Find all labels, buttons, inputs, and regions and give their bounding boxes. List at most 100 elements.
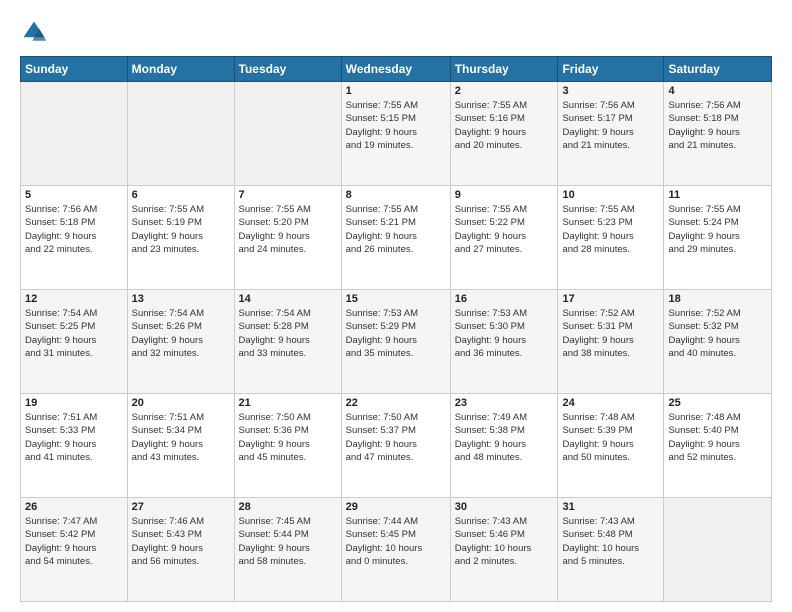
page: SundayMondayTuesdayWednesdayThursdayFrid…	[0, 0, 792, 612]
day-number: 5	[25, 189, 123, 201]
col-header-friday: Friday	[558, 57, 664, 82]
day-number: 25	[668, 397, 767, 409]
day-number: 22	[346, 397, 446, 409]
day-cell: 10 Sunrise: 7:55 AM Sunset: 5:23 PM Dayli…	[558, 186, 664, 290]
day-info: Sunrise: 7:51 AM Sunset: 5:33 PM Dayligh…	[25, 411, 123, 464]
day-number: 18	[668, 293, 767, 305]
day-info: Sunrise: 7:54 AM Sunset: 5:26 PM Dayligh…	[132, 307, 230, 360]
day-cell: 3Sunrise: 7:56 AM Sunset: 5:17 PM Daylig…	[558, 82, 664, 186]
day-info: Sunrise: 7:55 AM Sunset: 5:16 PM Dayligh…	[455, 99, 554, 152]
logo	[20, 18, 52, 46]
day-number: 14	[239, 293, 337, 305]
day-cell: 1 Sunrise: 7:55 AM Sunset: 5:15 PM Daylig…	[341, 82, 450, 186]
calendar: SundayMondayTuesdayWednesdayThursdayFrid…	[20, 56, 772, 602]
day-info: Sunrise: 7:53 AM Sunset: 5:30 PM Dayligh…	[455, 307, 554, 360]
day-info: Sunrise: 7:44 AM Sunset: 5:45 PM Dayligh…	[346, 515, 446, 568]
day-info: Sunrise: 7:53 AM Sunset: 5:29 PM Dayligh…	[346, 307, 446, 360]
week-row-2: 12 Sunrise: 7:54 AM Sunset: 5:25 PM Dayli…	[21, 290, 772, 394]
day-cell: 2 Sunrise: 7:55 AM Sunset: 5:16 PM Daylig…	[450, 82, 558, 186]
day-number: 24	[562, 397, 659, 409]
day-cell: 6 Sunrise: 7:55 AM Sunset: 5:19 PM Daylig…	[127, 186, 234, 290]
day-number: 19	[25, 397, 123, 409]
day-info: Sunrise: 7:55 AM Sunset: 5:22 PM Dayligh…	[455, 203, 554, 256]
day-info: Sunrise: 7:55 AM Sunset: 5:21 PM Dayligh…	[346, 203, 446, 256]
day-info: Sunrise: 7:56 AM Sunset: 5:18 PM Dayligh…	[25, 203, 123, 256]
day-cell: 12 Sunrise: 7:54 AM Sunset: 5:25 PM Dayli…	[21, 290, 128, 394]
day-cell: 24 Sunrise: 7:48 AM Sunset: 5:39 PM Dayli…	[558, 394, 664, 498]
day-number: 21	[239, 397, 337, 409]
day-number: 17	[562, 293, 659, 305]
day-info: Sunrise: 7:50 AM Sunset: 5:36 PM Dayligh…	[239, 411, 337, 464]
day-number: 31	[562, 501, 659, 513]
day-info: Sunrise: 7:48 AM Sunset: 5:40 PM Dayligh…	[668, 411, 767, 464]
day-info: Sunrise: 7:50 AM Sunset: 5:37 PM Dayligh…	[346, 411, 446, 464]
day-cell: 11 Sunrise: 7:55 AM Sunset: 5:24 PM Dayli…	[664, 186, 772, 290]
day-cell: 22 Sunrise: 7:50 AM Sunset: 5:37 PM Dayli…	[341, 394, 450, 498]
day-cell: 13 Sunrise: 7:54 AM Sunset: 5:26 PM Dayli…	[127, 290, 234, 394]
day-cell: 15Sunrise: 7:53 AM Sunset: 5:29 PM Dayli…	[341, 290, 450, 394]
day-number: 12	[25, 293, 123, 305]
day-cell: 4 Sunrise: 7:56 AM Sunset: 5:18 PM Daylig…	[664, 82, 772, 186]
day-number: 26	[25, 501, 123, 513]
day-number: 20	[132, 397, 230, 409]
col-header-saturday: Saturday	[664, 57, 772, 82]
day-info: Sunrise: 7:43 AM Sunset: 5:48 PM Dayligh…	[562, 515, 659, 568]
day-cell: 28 Sunrise: 7:45 AM Sunset: 5:44 PM Dayli…	[234, 498, 341, 602]
day-info: Sunrise: 7:45 AM Sunset: 5:44 PM Dayligh…	[239, 515, 337, 568]
day-number: 9	[455, 189, 554, 201]
day-cell: 19 Sunrise: 7:51 AM Sunset: 5:33 PM Dayli…	[21, 394, 128, 498]
day-number: 4	[668, 85, 767, 97]
day-number: 10	[562, 189, 659, 201]
logo-icon	[20, 18, 48, 46]
day-cell: 18 Sunrise: 7:52 AM Sunset: 5:32 PM Dayli…	[664, 290, 772, 394]
day-cell: 27Sunrise: 7:46 AM Sunset: 5:43 PM Dayli…	[127, 498, 234, 602]
day-cell	[234, 82, 341, 186]
day-cell: 7 Sunrise: 7:55 AM Sunset: 5:20 PM Daylig…	[234, 186, 341, 290]
day-info: Sunrise: 7:54 AM Sunset: 5:25 PM Dayligh…	[25, 307, 123, 360]
day-info: Sunrise: 7:52 AM Sunset: 5:32 PM Dayligh…	[668, 307, 767, 360]
day-number: 30	[455, 501, 554, 513]
day-cell: 29Sunrise: 7:44 AM Sunset: 5:45 PM Dayli…	[341, 498, 450, 602]
day-cell: 14 Sunrise: 7:54 AM Sunset: 5:28 PM Dayli…	[234, 290, 341, 394]
day-info: Sunrise: 7:55 AM Sunset: 5:24 PM Dayligh…	[668, 203, 767, 256]
day-info: Sunrise: 7:47 AM Sunset: 5:42 PM Dayligh…	[25, 515, 123, 568]
day-number: 6	[132, 189, 230, 201]
day-number: 28	[239, 501, 337, 513]
day-cell: 31 Sunrise: 7:43 AM Sunset: 5:48 PM Dayli…	[558, 498, 664, 602]
day-info: Sunrise: 7:55 AM Sunset: 5:20 PM Dayligh…	[239, 203, 337, 256]
day-cell: 20 Sunrise: 7:51 AM Sunset: 5:34 PM Dayli…	[127, 394, 234, 498]
day-info: Sunrise: 7:51 AM Sunset: 5:34 PM Dayligh…	[132, 411, 230, 464]
day-number: 16	[455, 293, 554, 305]
day-number: 23	[455, 397, 554, 409]
day-info: Sunrise: 7:55 AM Sunset: 5:19 PM Dayligh…	[132, 203, 230, 256]
day-cell: 8 Sunrise: 7:55 AM Sunset: 5:21 PM Daylig…	[341, 186, 450, 290]
header	[20, 18, 772, 46]
day-cell: 21 Sunrise: 7:50 AM Sunset: 5:36 PM Dayli…	[234, 394, 341, 498]
day-info: Sunrise: 7:49 AM Sunset: 5:38 PM Dayligh…	[455, 411, 554, 464]
day-number: 8	[346, 189, 446, 201]
day-cell: 30 Sunrise: 7:43 AM Sunset: 5:46 PM Dayli…	[450, 498, 558, 602]
day-number: 13	[132, 293, 230, 305]
day-info: Sunrise: 7:48 AM Sunset: 5:39 PM Dayligh…	[562, 411, 659, 464]
day-cell: 5 Sunrise: 7:56 AM Sunset: 5:18 PM Daylig…	[21, 186, 128, 290]
day-info: Sunrise: 7:55 AM Sunset: 5:23 PM Dayligh…	[562, 203, 659, 256]
col-header-thursday: Thursday	[450, 57, 558, 82]
week-row-4: 26 Sunrise: 7:47 AM Sunset: 5:42 PM Dayli…	[21, 498, 772, 602]
day-number: 11	[668, 189, 767, 201]
day-cell	[21, 82, 128, 186]
day-number: 7	[239, 189, 337, 201]
day-number: 1	[346, 85, 446, 97]
day-cell	[127, 82, 234, 186]
week-row-0: 1 Sunrise: 7:55 AM Sunset: 5:15 PM Daylig…	[21, 82, 772, 186]
day-info: Sunrise: 7:56 AM Sunset: 5:18 PM Dayligh…	[668, 99, 767, 152]
day-info: Sunrise: 7:55 AM Sunset: 5:15 PM Dayligh…	[346, 99, 446, 152]
day-cell: 17 Sunrise: 7:52 AM Sunset: 5:31 PM Dayli…	[558, 290, 664, 394]
day-cell: 16 Sunrise: 7:53 AM Sunset: 5:30 PM Dayli…	[450, 290, 558, 394]
day-info: Sunrise: 7:52 AM Sunset: 5:31 PM Dayligh…	[562, 307, 659, 360]
week-row-3: 19 Sunrise: 7:51 AM Sunset: 5:33 PM Dayli…	[21, 394, 772, 498]
day-info: Sunrise: 7:43 AM Sunset: 5:46 PM Dayligh…	[455, 515, 554, 568]
day-number: 2	[455, 85, 554, 97]
day-info: Sunrise: 7:54 AM Sunset: 5:28 PM Dayligh…	[239, 307, 337, 360]
col-header-monday: Monday	[127, 57, 234, 82]
day-info: Sunrise: 7:56 AM Sunset: 5:17 PM Dayligh…	[562, 99, 659, 152]
